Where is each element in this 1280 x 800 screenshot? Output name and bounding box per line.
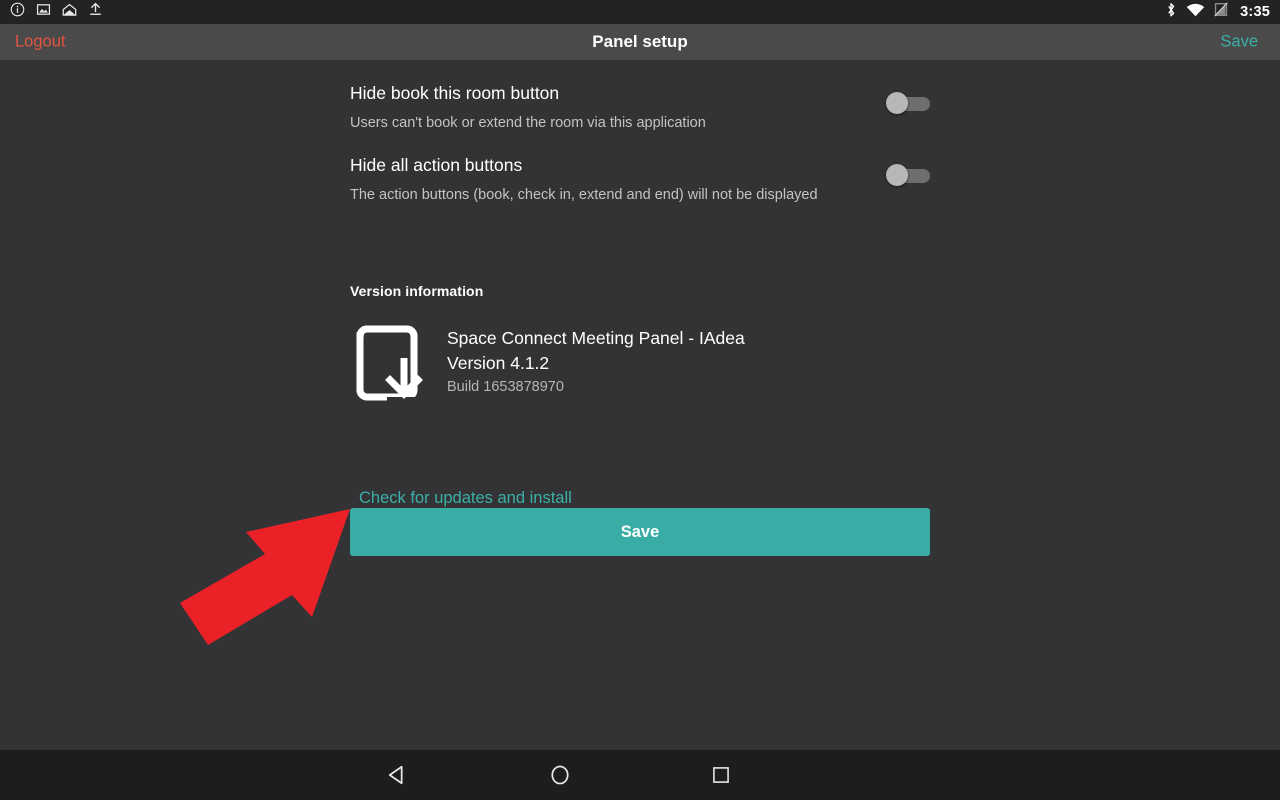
nav-back-button[interactable] [343,750,453,800]
setting-title: Hide book this room button [350,83,560,103]
setting-text-group: Hide all action buttons The action butto… [350,155,850,204]
app-build: Build 1653878970 [447,379,564,395]
status-bar-left-icons [10,2,103,22]
android-navigation-bar [0,750,1280,800]
no-sim-icon [1214,2,1228,22]
save-button[interactable]: Save [350,508,930,556]
check-for-updates-link[interactable]: Check for updates and install [359,489,572,508]
envelope-icon [62,3,77,21]
version-information-section: Version information Space Connect Meetin… [350,283,930,404]
setting-subtitle: The action buttons (book, check in, exte… [350,186,818,203]
version-details: Space Connect Meeting Panel - IAdea Vers… [350,320,930,404]
settings-content: Hide book this room button Users can't b… [0,60,1280,750]
setting-title: Hide all action buttons [350,155,523,175]
page-title: Panel setup [592,32,688,51]
nav-recents-button[interactable] [666,750,776,800]
status-bar-clock: 3:35 [1240,4,1270,20]
device-update-icon [350,322,432,404]
bluetooth-icon [1165,2,1177,23]
toggle-hide-book-button[interactable] [886,92,930,114]
annotation-arrow-icon [180,509,350,645]
wifi-icon [1186,2,1205,22]
status-bar: 3:35 [0,0,1280,24]
recents-icon [713,767,729,783]
status-bar-right-icons: 3:35 [1165,2,1270,23]
app-name: Space Connect Meeting Panel - IAdea [447,328,745,348]
version-text-group: Space Connect Meeting Panel - IAdea Vers… [447,320,745,397]
toggle-hide-all-actions[interactable] [886,164,930,186]
setting-text-group: Hide book this room button Users can't b… [350,83,850,132]
version-section-heading: Version information [350,283,484,299]
image-icon [36,2,51,22]
back-icon [388,765,403,785]
header-save-button[interactable]: Save [1220,33,1258,52]
toggle-thumb [886,164,908,186]
nav-home-button[interactable] [505,750,615,800]
setting-row-hide-book-button: Hide book this room button Users can't b… [350,83,930,132]
setting-row-hide-all-actions: Hide all action buttons The action butto… [350,155,930,204]
info-icon [10,2,25,22]
setting-subtitle: Users can't book or extend the room via … [350,114,706,131]
home-icon [551,765,569,785]
toggle-thumb [886,92,908,114]
app-header-bar: Logout Panel setup Save [0,24,1280,60]
app-version: Version 4.1.2 [447,352,550,373]
upload-icon [88,2,103,22]
